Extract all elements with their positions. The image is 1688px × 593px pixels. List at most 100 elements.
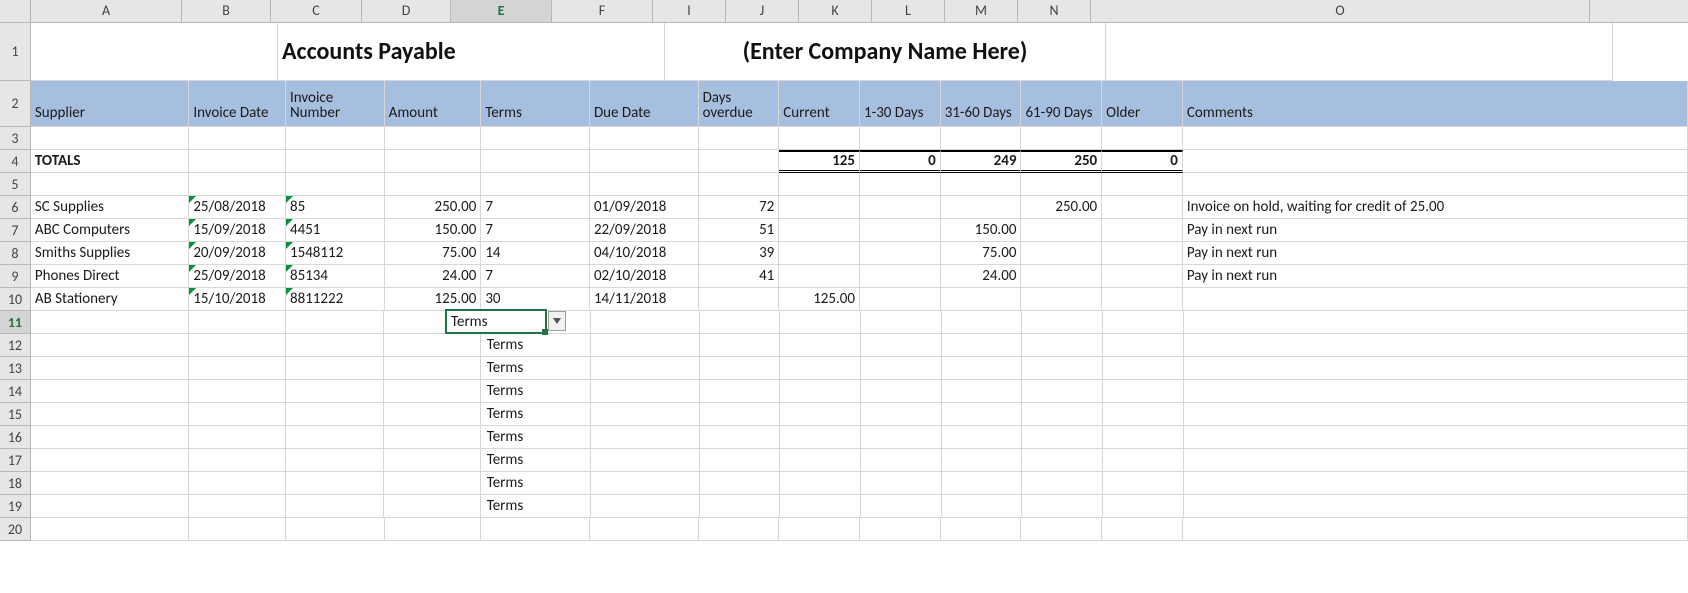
cell[interactable] [286,334,385,357]
table-cell[interactable]: Invoice on hold, waiting for credit of 2… [1183,196,1688,219]
cell[interactable] [700,449,781,472]
table-cell[interactable]: 85 [286,196,385,219]
cell[interactable] [1184,380,1688,403]
table-header-E[interactable]: Terms [481,81,590,127]
cell[interactable] [189,449,286,472]
cell[interactable] [941,518,1022,541]
cell[interactable] [189,380,286,403]
cell[interactable] [286,403,385,426]
cell[interactable] [780,426,861,449]
table-cell[interactable]: 72 [699,196,780,219]
title-accounts-payable[interactable]: Accounts Payable [278,23,665,81]
table-cell[interactable] [860,242,941,265]
cell[interactable] [1106,23,1613,81]
cell[interactable] [1102,173,1183,196]
cell[interactable] [385,518,482,541]
cell[interactable] [384,472,481,495]
table-cell[interactable]: 150.00 [941,219,1022,242]
table-cell[interactable]: 15/09/2018 [189,219,286,242]
row-header-10[interactable]: 10 [0,288,31,311]
cell[interactable] [591,472,700,495]
cell[interactable] [700,380,781,403]
cell[interactable] [481,518,590,541]
column-header-C[interactable]: C [271,0,362,22]
table-cell[interactable]: Pay in next run [1183,219,1688,242]
cell[interactable] [1022,357,1103,380]
row-header-4[interactable]: 4 [0,150,31,173]
row-header-11[interactable]: 11 [0,311,31,334]
table-cell[interactable]: Pay in next run [1183,242,1688,265]
cell[interactable] [1102,518,1183,541]
table-cell[interactable]: Pay in next run [1183,265,1688,288]
table-cell[interactable]: 51 [699,219,780,242]
cell[interactable] [1022,403,1103,426]
totals-M[interactable]: 250 [1021,150,1102,173]
totals-L[interactable]: 249 [941,150,1022,173]
cell[interactable] [189,495,286,518]
terms-placeholder-cell[interactable]: Terms [481,403,592,426]
cell[interactable] [1021,173,1102,196]
table-header-K[interactable]: 1-30 Days [860,81,941,127]
table-cell[interactable] [1021,242,1102,265]
table-cell[interactable]: 1548112 [286,242,385,265]
cell[interactable] [861,311,942,334]
cell[interactable] [1102,127,1183,150]
cell[interactable] [700,357,781,380]
row-header-5[interactable]: 5 [0,173,31,196]
totals-label[interactable]: TOTALS [31,150,189,173]
row-header-1[interactable]: 1 [0,23,31,81]
table-cell[interactable] [1021,288,1102,311]
table-cell[interactable]: 30 [481,288,590,311]
cell[interactable] [861,380,942,403]
cell[interactable] [780,357,861,380]
table-cell[interactable]: 25/09/2018 [189,265,286,288]
cell[interactable] [700,311,781,334]
table-cell[interactable]: 250.00 [385,196,482,219]
cell[interactable] [189,426,286,449]
table-cell[interactable] [779,219,860,242]
row-header-2[interactable]: 2 [0,81,31,127]
cell[interactable] [1184,449,1688,472]
column-header-O[interactable]: O [1091,0,1590,22]
cell[interactable] [860,518,941,541]
table-header-M[interactable]: 61-90 Days [1021,81,1102,127]
cell[interactable] [384,449,481,472]
terms-placeholder-cell[interactable]: Terms [481,380,592,403]
cell[interactable] [700,403,781,426]
totals-N[interactable]: 0 [1102,150,1183,173]
table-cell[interactable]: Smiths Supplies [31,242,189,265]
table-header-C[interactable]: Invoice Number [286,81,385,127]
cell[interactable] [860,127,941,150]
table-header-L[interactable]: 31-60 Days [941,81,1022,127]
cell[interactable] [286,472,385,495]
cell[interactable] [591,426,700,449]
cell[interactable] [189,518,286,541]
data-validation-dropdown-button[interactable] [548,311,566,331]
table-cell[interactable] [779,265,860,288]
cell[interactable] [31,472,189,495]
cell[interactable] [1184,403,1688,426]
cell[interactable] [384,380,481,403]
table-cell[interactable] [1102,242,1183,265]
cell[interactable] [699,518,780,541]
table-cell[interactable]: Phones Direct [31,265,189,288]
table-cell[interactable]: 04/10/2018 [590,242,699,265]
cell[interactable] [481,173,590,196]
cell[interactable] [286,380,385,403]
terms-placeholder-cell[interactable]: Terms [481,449,592,472]
cell[interactable] [1022,380,1103,403]
table-header-N[interactable]: Older [1102,81,1183,127]
cell[interactable] [1103,472,1184,495]
table-header-D[interactable]: Amount [385,81,482,127]
cell[interactable] [31,127,189,150]
cell[interactable] [384,495,481,518]
cell[interactable] [1184,311,1688,334]
cell[interactable] [779,173,860,196]
cell[interactable] [385,127,482,150]
column-header-B[interactable]: B [182,0,271,22]
table-cell[interactable]: 41 [699,265,780,288]
cell[interactable] [591,495,700,518]
table-header-I[interactable]: Days overdue [699,81,780,127]
cell[interactable] [591,403,700,426]
cell[interactable] [189,173,286,196]
